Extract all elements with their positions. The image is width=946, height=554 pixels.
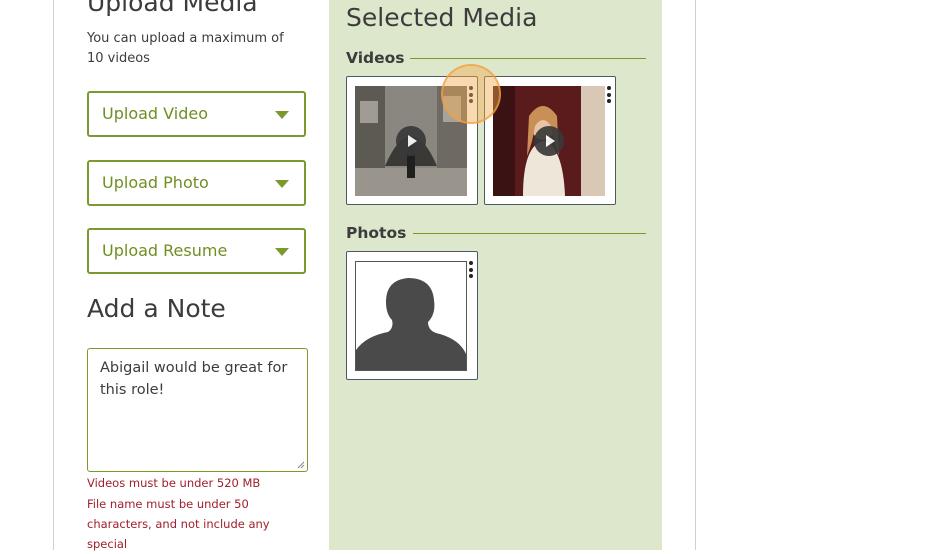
upload-photo-label: Upload Photo <box>102 173 209 192</box>
upload-media-title: Upload Media <box>87 0 258 17</box>
upload-resume-dropdown[interactable]: Upload Resume <box>87 228 306 274</box>
photos-section-label: Photos <box>346 224 407 242</box>
error-size: Videos must be under 520 MB <box>87 476 261 490</box>
play-icon[interactable] <box>396 126 426 156</box>
selected-media-column: Selected Media Videos Photos <box>329 0 662 550</box>
upload-video-label: Upload Video <box>102 104 208 123</box>
chevron-down-icon <box>275 180 289 188</box>
error-filename: File name must be under 50 characters, a… <box>87 497 270 551</box>
video-card-1[interactable] <box>346 76 478 205</box>
photo-thumbnail-1 <box>355 261 467 371</box>
kebab-menu-icon[interactable] <box>606 86 612 106</box>
videos-section-label: Videos <box>346 49 405 67</box>
add-note-title: Add a Note <box>87 294 226 323</box>
photos-divider <box>413 233 646 234</box>
play-icon[interactable] <box>534 126 564 156</box>
video-thumbnail-2 <box>493 86 605 196</box>
note-text: Abigail would be great for this role! <box>100 360 288 398</box>
upload-resume-label: Upload Resume <box>102 241 228 260</box>
selected-media-title: Selected Media <box>346 3 538 32</box>
kebab-menu-icon[interactable] <box>468 261 474 281</box>
note-textarea[interactable]: Abigail would be great for this role! <box>87 348 308 472</box>
upload-video-dropdown[interactable]: Upload Video <box>87 91 306 137</box>
upload-photo-dropdown[interactable]: Upload Photo <box>87 160 306 206</box>
person-silhouette-icon <box>356 262 466 370</box>
video-card-2[interactable] <box>484 76 616 205</box>
videos-divider <box>410 58 646 59</box>
chevron-down-icon <box>275 111 289 119</box>
chevron-down-icon <box>275 248 289 256</box>
kebab-menu-icon[interactable] <box>468 86 474 106</box>
video-thumbnail-1 <box>355 86 467 196</box>
upload-hint: You can upload a maximum of 10 videos <box>87 31 284 66</box>
photo-card-1[interactable] <box>346 251 478 380</box>
resize-handle-icon[interactable] <box>297 461 305 469</box>
